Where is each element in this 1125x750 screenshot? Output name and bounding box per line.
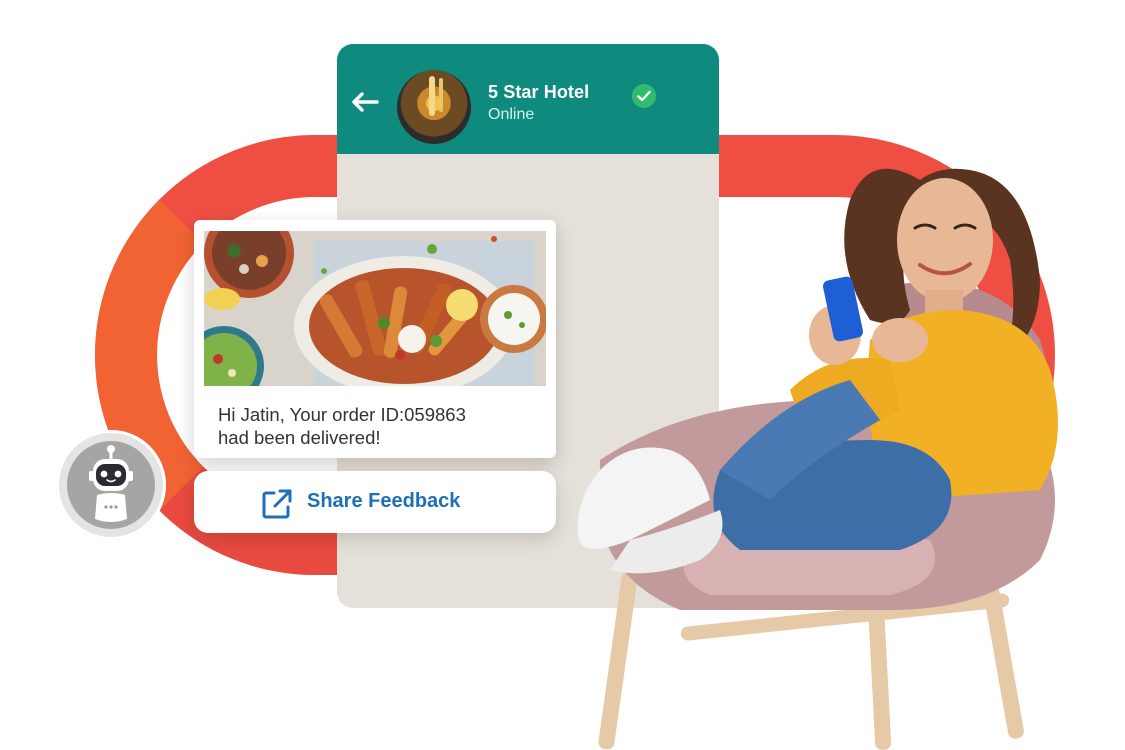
food-photo [204,231,546,386]
contact-name: 5 Star Hotel [488,82,590,102]
hero-illustration: 5 Star Hotel Online Hi Jatin, Your order… [0,0,1125,750]
verified-check-icon [632,84,656,108]
contact-avatar[interactable] [397,70,471,144]
face [897,178,993,302]
back-arrow-icon[interactable] [349,90,381,114]
woman-using-phone-illustration [577,168,1058,750]
order-message-text: Hi Jatin, Your order ID:059863 had been … [218,403,538,449]
order-message-card: Hi Jatin, Your order ID:059863 had been … [194,220,556,458]
share-feedback-button[interactable]: Share Feedback [194,471,556,533]
contact-status: Online [488,106,535,123]
message-line-2: had been delivered! [218,427,381,448]
chatbot-avatar[interactable] [56,430,166,540]
share-feedback-label: Share Feedback [307,490,461,512]
robot-icon [67,441,155,529]
message-line-1: Hi Jatin, Your order ID:059863 [218,404,466,425]
external-link-icon [262,489,292,519]
chat-header: 5 Star Hotel Online [337,44,719,154]
